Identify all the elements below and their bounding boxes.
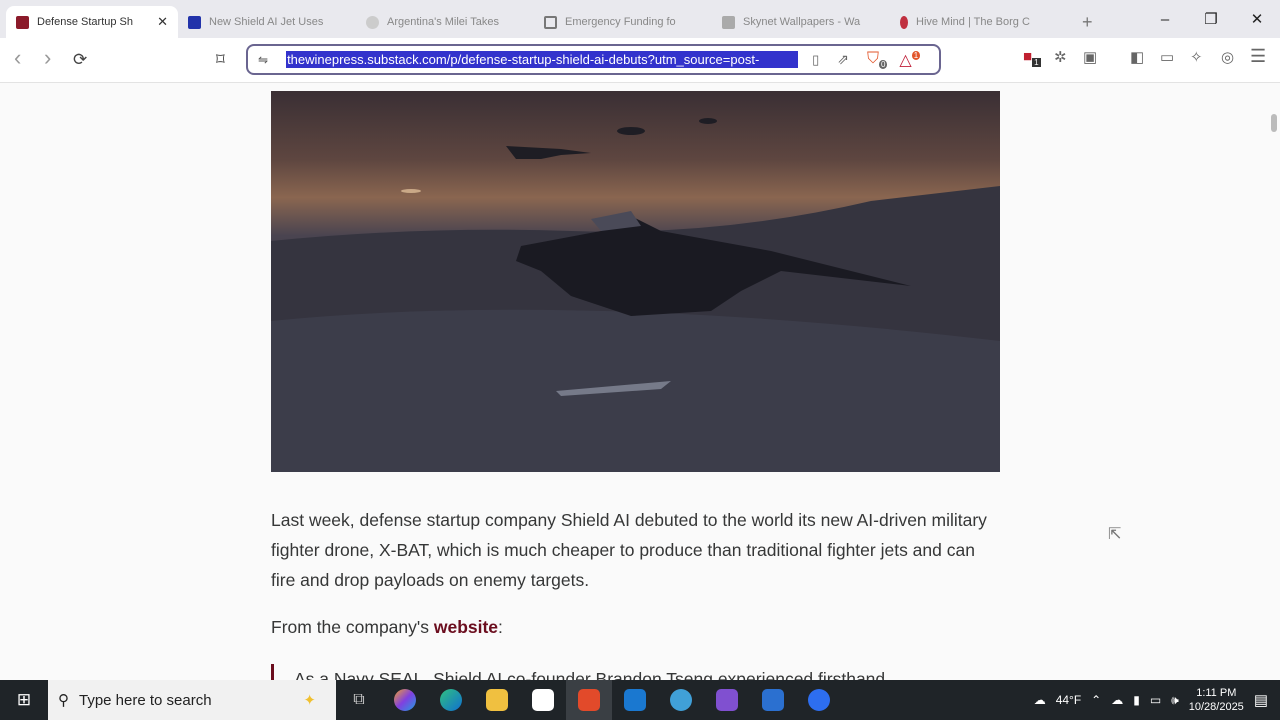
tab-title: Emergency Funding fo: [565, 16, 676, 28]
site-favicon-icon: [900, 15, 908, 29]
website-link[interactable]: website: [434, 617, 498, 637]
extension-icon[interactable]: ■ 1: [1023, 48, 1041, 67]
new-tab-button[interactable]: +: [1068, 6, 1107, 38]
reload-button[interactable]: ⟳: [73, 50, 87, 70]
share-icon[interactable]: ⇗: [837, 51, 849, 68]
network-icon[interactable]: ▭: [1150, 693, 1161, 707]
leo-ai-icon[interactable]: ✧: [1190, 48, 1203, 66]
reader-mode-icon[interactable]: ▯: [812, 52, 819, 68]
copilot-icon[interactable]: [382, 680, 428, 720]
menu-icon[interactable]: ☰: [1250, 46, 1266, 67]
volume-icon[interactable]: 🕪: [1171, 693, 1179, 708]
search-highlight-icon: ✦: [303, 692, 316, 709]
outlook-icon[interactable]: [612, 680, 658, 720]
clock-date: 10/28/2025: [1188, 701, 1244, 713]
brave-icon[interactable]: [566, 680, 612, 720]
windows-taskbar: ⊞ ⚲ Type here to search ✦ ⧉ ☁ 44°F ⌃ ☁ ▮…: [0, 680, 1280, 720]
tab-defense-startup[interactable]: Defense Startup Sh ✕: [6, 6, 178, 38]
from-text: From the company's: [271, 617, 434, 637]
tab-title: Skynet Wallpapers - Wa: [743, 16, 861, 28]
clock[interactable]: 1:11 PM 10/28/2025: [1189, 686, 1244, 714]
task-view-icon[interactable]: ⧉: [336, 680, 382, 720]
weather-temp[interactable]: 44°F: [1056, 693, 1081, 707]
taskbar-search[interactable]: ⚲ Type here to search ✦: [48, 680, 336, 720]
notifications-icon[interactable]: ▤: [1254, 691, 1268, 709]
telegram-icon[interactable]: [658, 680, 704, 720]
site-favicon-icon: [722, 15, 735, 29]
shields-badge: 0: [878, 60, 888, 70]
close-window-button[interactable]: ✕: [1234, 0, 1280, 38]
article-paragraph: Last week, defense startup company Shiel…: [271, 510, 987, 590]
tab-title: Defense Startup Sh: [37, 16, 134, 28]
bookmark-button[interactable]: ⌑: [216, 50, 225, 70]
drone-image: [271, 118, 1000, 472]
quote-text: As a Navy SEAL, Shield AI co-founder Bra…: [294, 669, 886, 680]
file-explorer-icon[interactable]: [474, 680, 520, 720]
site-favicon-icon: [544, 15, 557, 29]
forward-button[interactable]: ›: [44, 45, 51, 71]
screenshot-icon[interactable]: ▣: [1083, 48, 1097, 66]
search-placeholder: Type here to search: [79, 691, 212, 709]
extensions-puzzle-icon[interactable]: ✲: [1054, 48, 1067, 66]
wallet-icon[interactable]: ▭: [1160, 48, 1174, 66]
browser-toolbar: ‹ › ⟳ ⌑ ⇋ thewinepress.substack.com/p/de…: [0, 38, 1280, 83]
tab-strip: Defense Startup Sh ✕ New Shield AI Jet Us…: [0, 0, 1280, 38]
word-icon[interactable]: [750, 680, 796, 720]
tab-hive-mind[interactable]: Hive Mind | The Borg C: [890, 6, 1068, 38]
article-from-line: From the company's website:: [271, 617, 503, 638]
brave-shields-icon[interactable]: ⛉ 0: [867, 50, 888, 70]
vpn-icon[interactable]: ◎: [1221, 48, 1234, 66]
blockquote: As a Navy SEAL, Shield AI co-founder Bra…: [271, 664, 885, 680]
tab-emergency-funding[interactable]: Emergency Funding fo: [534, 6, 712, 38]
app-m-icon[interactable]: [704, 680, 750, 720]
rewards-badge: 1: [911, 51, 921, 61]
from-suffix: :: [498, 617, 503, 637]
onedrive-icon[interactable]: ☁: [1111, 693, 1123, 707]
article-page: Last week, defense startup company Shiel…: [0, 84, 1280, 680]
usb-icon[interactable]: ▮: [1133, 693, 1140, 707]
address-bar[interactable]: ⇋ thewinepress.substack.com/p/defense-st…: [246, 44, 941, 75]
brave-rewards-icon[interactable]: △ 1: [899, 50, 921, 70]
article-hero-image: [271, 91, 1000, 472]
edge-icon[interactable]: [428, 680, 474, 720]
zoom-app-icon[interactable]: [796, 680, 842, 720]
tab-new-shield-ai[interactable]: New Shield AI Jet Uses: [178, 6, 356, 38]
site-settings-icon[interactable]: ⇋: [258, 53, 268, 67]
back-button[interactable]: ‹: [14, 45, 21, 71]
minimize-button[interactable]: –: [1142, 0, 1188, 38]
extension-badge: 1: [1032, 58, 1041, 67]
restore-button[interactable]: ❐: [1188, 0, 1234, 38]
scrollbar-thumb[interactable]: [1271, 114, 1277, 132]
tab-title: New Shield AI Jet Uses: [209, 16, 324, 28]
tab-title: Argentina's Milei Takes: [387, 16, 499, 28]
tab-title: Hive Mind | The Borg C: [916, 16, 1030, 28]
windows-start-icon[interactable]: ⊞: [0, 690, 48, 710]
substack-favicon-icon: [16, 15, 29, 29]
mouse-cursor-icon: ⇱: [1108, 526, 1122, 543]
sidebar-icon[interactable]: ◧: [1130, 48, 1144, 66]
clock-time: 1:11 PM: [1196, 687, 1237, 699]
store-icon[interactable]: [520, 680, 566, 720]
tab-skynet[interactable]: Skynet Wallpapers - Wa: [712, 6, 890, 38]
url-text[interactable]: thewinepress.substack.com/p/defense-star…: [286, 51, 799, 68]
site-favicon-icon: [188, 15, 201, 29]
site-favicon-icon: [366, 15, 379, 29]
tray-overflow-icon[interactable]: ⌃: [1091, 693, 1101, 707]
weather-icon[interactable]: ☁: [1034, 693, 1046, 707]
close-tab-icon[interactable]: ✕: [157, 14, 168, 30]
tab-argentina[interactable]: Argentina's Milei Takes: [356, 6, 534, 38]
search-icon: ⚲: [58, 692, 69, 709]
